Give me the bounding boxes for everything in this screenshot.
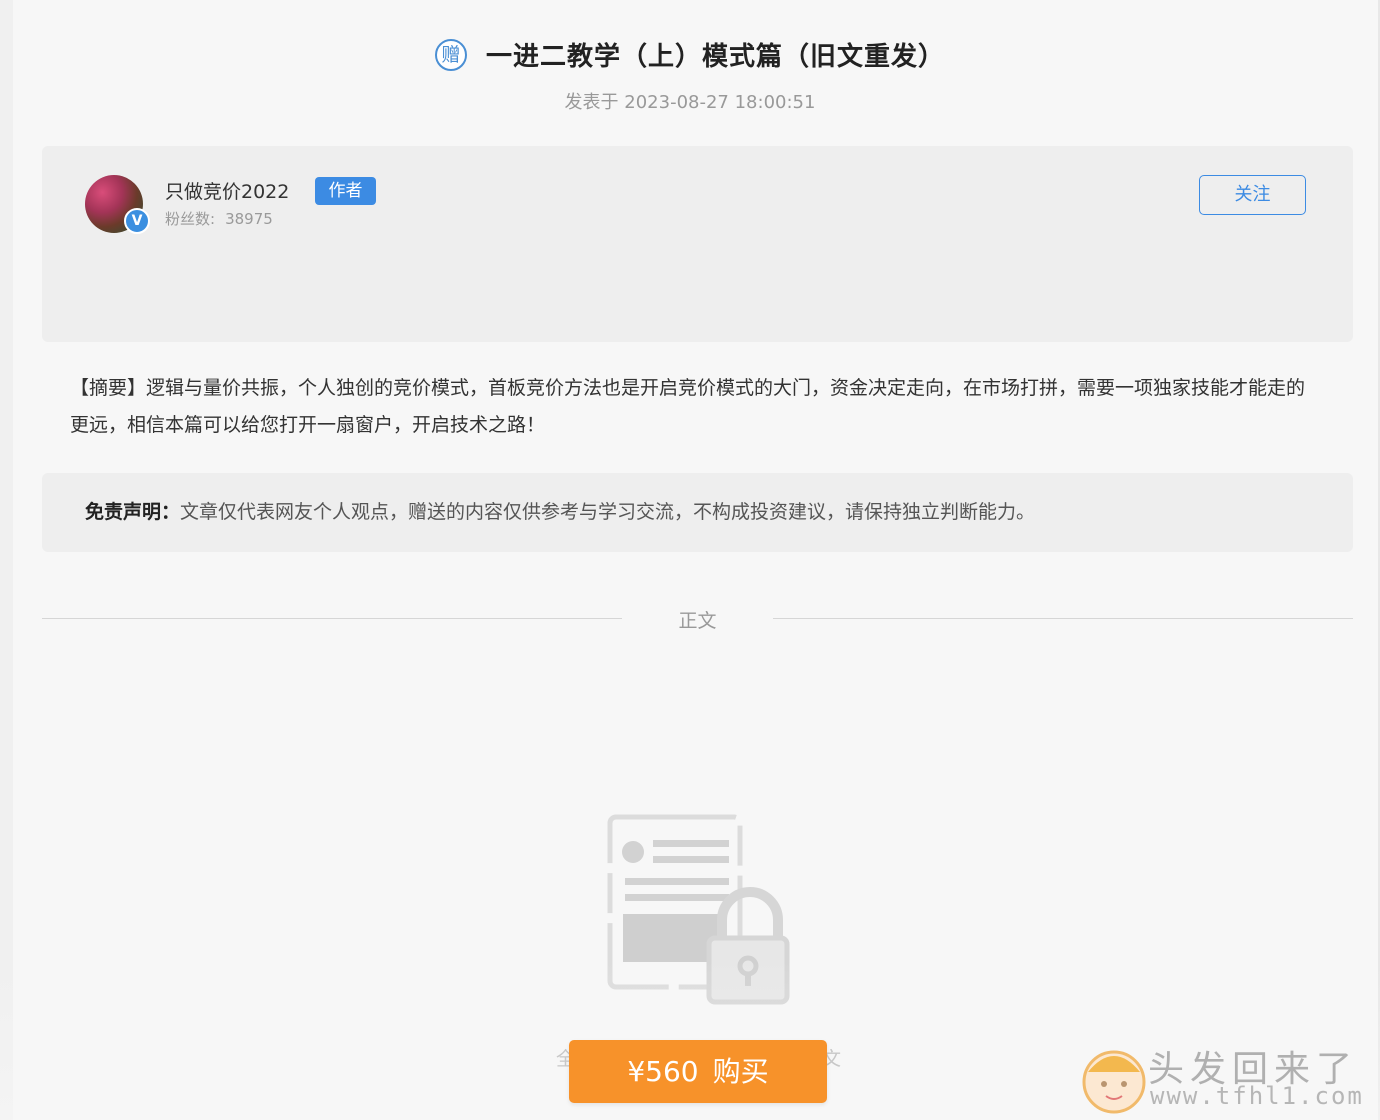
body-divider-label: 正文 bbox=[678, 610, 717, 632]
publish-time: 发表于 2023-08-27 18:00:51 bbox=[564, 92, 816, 113]
fans-row: 粉丝数: 38975 bbox=[165, 208, 273, 229]
fans-label: 粉丝数: bbox=[165, 210, 216, 228]
page-left-edge bbox=[0, 0, 13, 1120]
fans-count: 38975 bbox=[225, 210, 273, 228]
author-name[interactable]: 只做竞价2022 bbox=[165, 177, 289, 204]
price-label: ¥560 bbox=[627, 1055, 699, 1088]
article-title-row: 赠 一进二教学（上）模式篇（旧文重发） bbox=[0, 36, 1380, 73]
follow-button[interactable]: 关注 bbox=[1199, 175, 1306, 215]
disclaimer-label: 免责声明： bbox=[85, 501, 181, 523]
divider-line-left bbox=[42, 618, 622, 619]
disclaimer-text: 文章仅代表网友个人观点，赠送的内容仅供参考与学习交流，不构成投资建议，请保持独立… bbox=[180, 501, 1036, 523]
buy-button[interactable]: ¥560 购买 bbox=[569, 1040, 827, 1103]
watermark-url: www.tfhl1.com bbox=[1150, 1082, 1364, 1110]
article-title: 一进二教学（上）模式篇（旧文重发） bbox=[486, 42, 946, 72]
divider-line-right bbox=[773, 618, 1353, 619]
author-badge: 作者 bbox=[315, 177, 376, 205]
buy-label: 购买 bbox=[712, 1055, 769, 1088]
disclaimer-box: 免责声明：文章仅代表网友个人观点，赠送的内容仅供参考与学习交流，不构成投资建议，… bbox=[42, 473, 1353, 552]
author-card: V 只做竞价2022 作者 粉丝数: 38975 关注 bbox=[42, 146, 1353, 342]
gift-badge-icon: 赠 bbox=[434, 38, 467, 71]
verified-icon: V bbox=[124, 208, 150, 234]
article-summary: 【摘要】逻辑与量价共振，个人独创的竞价模式，首板竞价方法也是开启竞价模式的大门，… bbox=[70, 377, 1306, 436]
